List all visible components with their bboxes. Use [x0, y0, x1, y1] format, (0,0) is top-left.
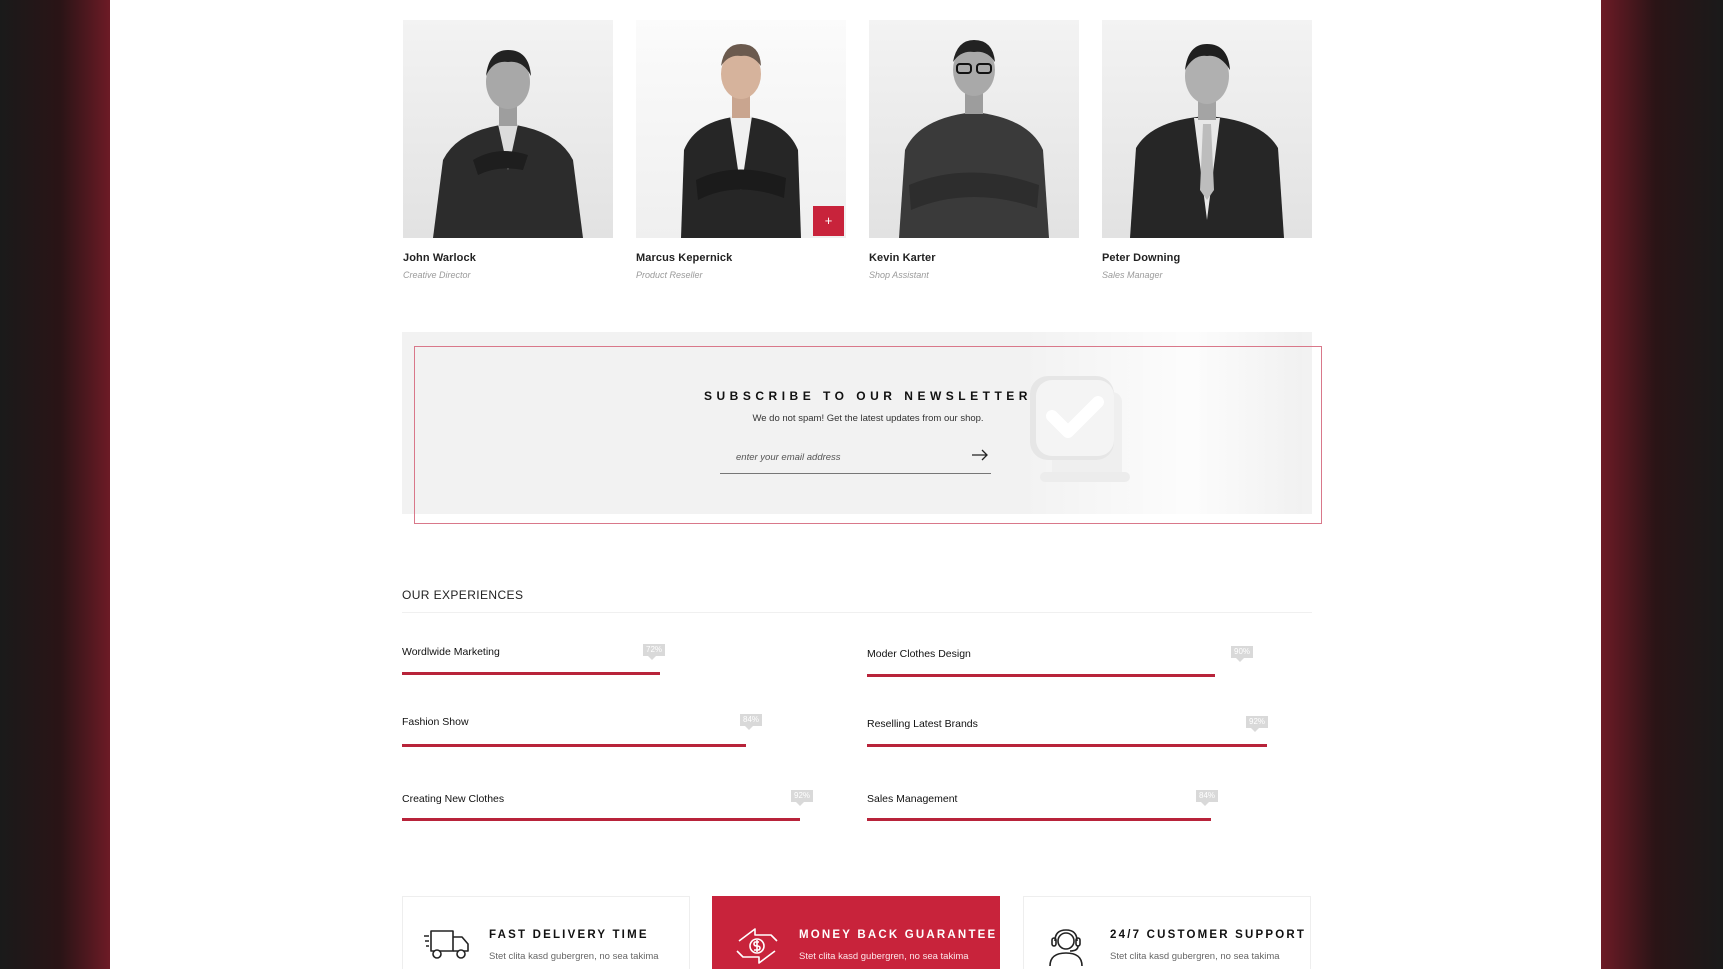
- skill-progress-fill: [402, 818, 801, 821]
- member-details-button[interactable]: +: [813, 206, 844, 236]
- team-member-photo[interactable]: [869, 20, 1079, 238]
- newsletter-subtitle: We do not spam! Get the latest updates f…: [752, 413, 984, 424]
- team-member-name: John Warlock: [403, 252, 476, 264]
- skill-percent-badge: 84%: [740, 714, 763, 730]
- section-divider: [402, 612, 1312, 613]
- skill-label: Reselling Latest Brands: [867, 718, 978, 730]
- skill-percent-badge: 84%: [1196, 790, 1219, 806]
- skill-progress-track: [402, 672, 761, 675]
- team-member-name: Kevin Karter: [869, 252, 936, 264]
- delivery-truck-icon: [424, 930, 469, 959]
- feature-text: Stet clita kasd gubergren, no sea takima: [1110, 951, 1280, 962]
- skill-label: Wordlwide Marketing: [402, 646, 500, 658]
- left-backdrop: [0, 0, 110, 969]
- team-member-photo[interactable]: +: [636, 20, 846, 238]
- skill-progress-track: [867, 818, 1276, 821]
- team-member-role: Sales Manager: [1102, 270, 1163, 280]
- feature-title: FAST DELIVERY TIME: [489, 929, 649, 941]
- skill-label: Creating New Clothes: [402, 793, 505, 805]
- team-member-card[interactable]: + Marcus Kepernick Product Reseller: [636, 20, 846, 280]
- team-member-name: Peter Downing: [1102, 252, 1181, 264]
- skill-label: Sales Management: [867, 793, 958, 805]
- feature-box-money-back: MONEY BACK GUARANTEE Stet clita kasd gub…: [712, 896, 1000, 969]
- feature-box-support: 24/7 CUSTOMER SUPPORT Stet clita kasd gu…: [1023, 896, 1311, 969]
- skill-percent-badge: 92%: [1246, 716, 1269, 732]
- skill-progress-fill: [867, 818, 1211, 821]
- email-input[interactable]: [734, 446, 958, 468]
- team-member-role: Creative Director: [403, 270, 471, 280]
- team-member-card[interactable]: John Warlock Creative Director: [403, 20, 613, 280]
- newsletter-frame: [414, 346, 1322, 524]
- skill-label: Fashion Show: [402, 716, 469, 728]
- team-member-name: Marcus Kepernick: [636, 252, 733, 264]
- money-exchange-icon: [736, 928, 778, 964]
- headset-support-icon: [1049, 929, 1083, 967]
- team-member-card[interactable]: Peter Downing Sales Manager: [1102, 20, 1312, 280]
- feature-text: Stet clita kasd gubergren, no sea takima: [489, 951, 659, 962]
- feature-title: MONEY BACK GUARANTEE: [799, 929, 998, 941]
- team-member-role: Product Reseller: [636, 270, 703, 280]
- skill-progress-track: [402, 744, 812, 747]
- skill-label: Moder Clothes Design: [867, 648, 971, 660]
- feature-box-delivery: FAST DELIVERY TIME Stet clita kasd guber…: [402, 896, 690, 969]
- team-member-card[interactable]: Kevin Karter Shop Assistant: [869, 20, 1079, 280]
- skill-percent-badge: 90%: [1231, 646, 1254, 662]
- team-member-photo[interactable]: [1102, 20, 1312, 238]
- skill-progress-track: [867, 744, 1302, 747]
- skill-percent-badge: 72%: [643, 644, 666, 660]
- right-backdrop: [1601, 0, 1723, 969]
- skill-progress-fill: [402, 744, 747, 747]
- skill-progress-fill: [867, 744, 1268, 747]
- skill-progress-fill: [402, 672, 661, 675]
- team-member-role: Shop Assistant: [869, 270, 929, 280]
- team-member-photo[interactable]: [403, 20, 613, 238]
- arrow-right-icon[interactable]: [971, 449, 989, 461]
- skill-progress-fill: [867, 674, 1216, 677]
- newsletter-title: SUBSCRIBE TO OUR NEWSLETTER: [704, 389, 1032, 403]
- feature-title: 24/7 CUSTOMER SUPPORT: [1110, 929, 1307, 941]
- experiences-title: OUR EXPERIENCES: [402, 588, 524, 602]
- skill-progress-track: [867, 674, 1254, 677]
- newsletter-form: [720, 440, 991, 474]
- feature-text: Stet clita kasd gubergren, no sea takima: [799, 951, 969, 962]
- skill-progress-track: [402, 818, 835, 821]
- skill-percent-badge: 92%: [791, 790, 814, 806]
- page-content: John Warlock Creative Director + Marcus …: [110, 0, 1601, 969]
